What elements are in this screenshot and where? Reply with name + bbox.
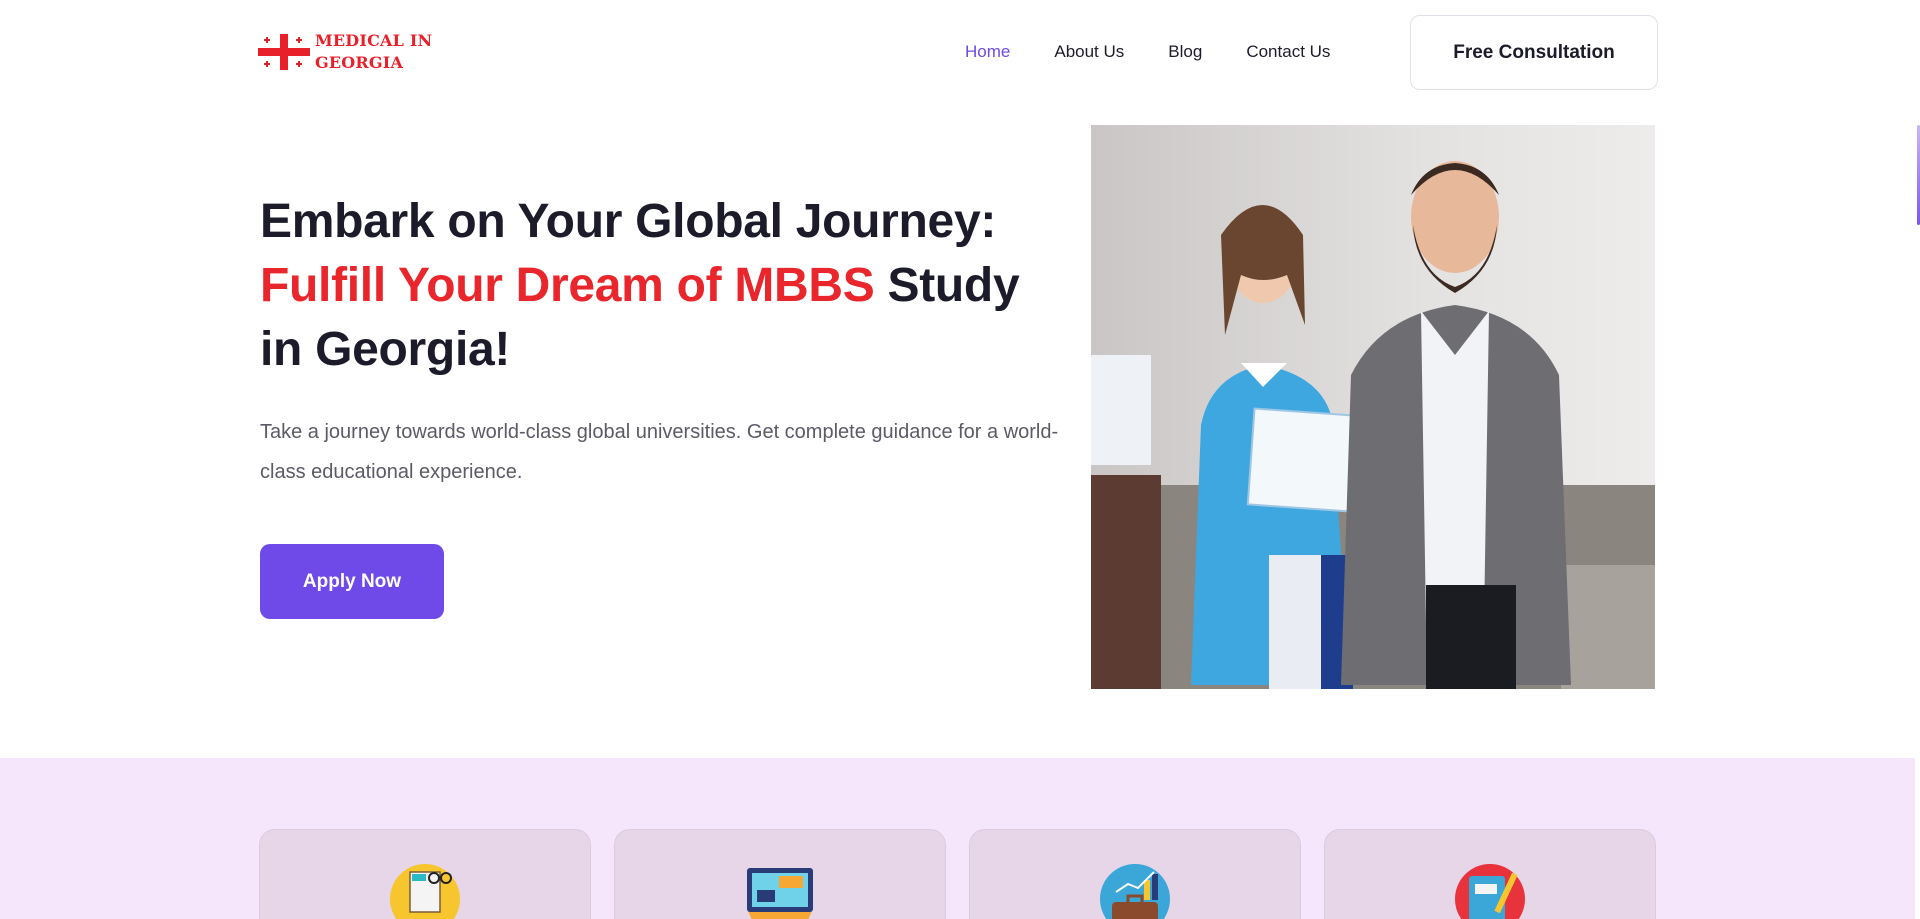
georgian-cross-icon (258, 34, 310, 70)
feature-card-3[interactable] (969, 829, 1301, 919)
nav-blog[interactable]: Blog (1168, 40, 1202, 64)
logo-line-2: GEORGIA (315, 53, 404, 72)
page-scrollbar[interactable] (1915, 0, 1920, 919)
hero-title-part1: Embark on Your Global Journey: (260, 195, 997, 248)
main-nav: Home About Us Blog Contact Us (965, 40, 1374, 64)
apply-now-button[interactable]: Apply Now (260, 544, 444, 619)
feature-card-4[interactable] (1324, 829, 1656, 919)
nav-about-us[interactable]: About Us (1054, 40, 1124, 64)
nav-contact-us[interactable]: Contact Us (1246, 40, 1330, 64)
logo-line-1: MEDICAL IN (315, 31, 433, 50)
site-logo[interactable]: MEDICAL IN GEORGIA (257, 30, 432, 74)
site-header: MEDICAL IN GEORGIA Home About Us Blog Co… (0, 0, 1915, 104)
nav-home[interactable]: Home (965, 40, 1010, 64)
hero-photo (1091, 125, 1655, 689)
hero-description: Take a journey towards world-class globa… (260, 421, 1059, 483)
hero-title: Embark on Your Global Journey: Fulfill Yo… (260, 190, 1060, 382)
feature-card-2[interactable] (614, 829, 946, 919)
free-consultation-button[interactable]: Free Consultation (1410, 15, 1658, 90)
notebook-pencil-icon (1455, 864, 1525, 919)
certificate-presentation-photo (1091, 125, 1655, 689)
monitor-dashboard-icon (747, 868, 813, 919)
news-glasses-icon (390, 864, 460, 919)
hero-title-highlight: Fulfill Your Dream of MBBS (260, 259, 875, 312)
logo-wordmark: MEDICAL IN GEORGIA (315, 30, 432, 74)
feature-card-1[interactable] (259, 829, 591, 919)
briefcase-growth-icon (1100, 864, 1170, 919)
